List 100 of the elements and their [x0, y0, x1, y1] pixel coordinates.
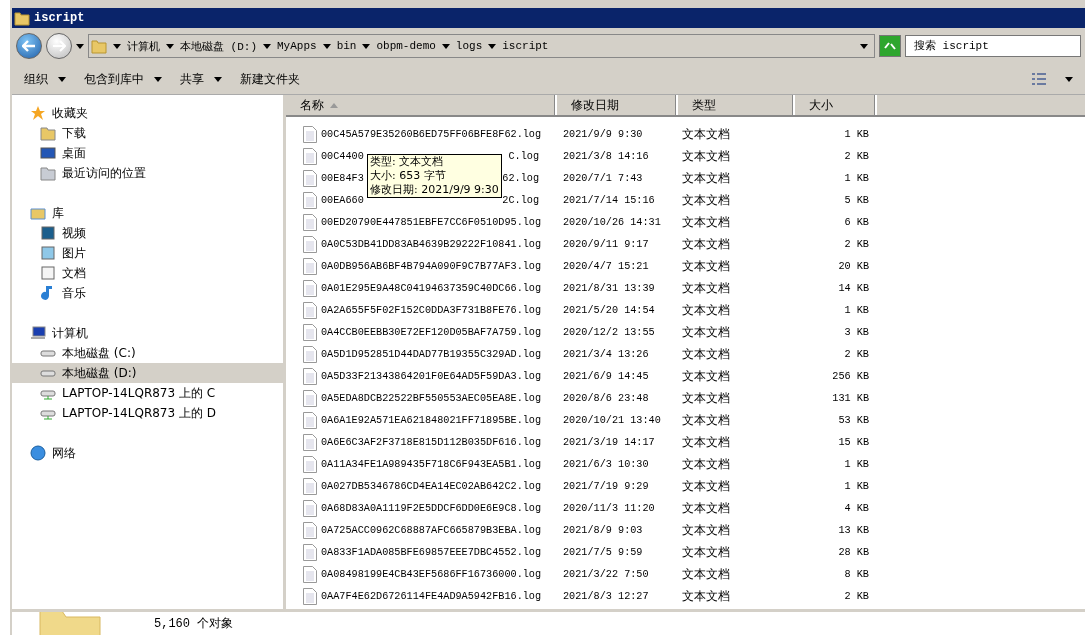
breadcrumb-segment[interactable]: bin — [336, 40, 357, 52]
type-cell: 文本文档 — [682, 587, 730, 605]
sidebar-label: 最近访问的位置 — [62, 164, 146, 182]
sidebar-item[interactable]: 文档 — [12, 263, 283, 283]
sidebar-label: LAPTOP-14LQR873 上的 C — [62, 384, 216, 402]
text-file-icon — [303, 367, 317, 385]
history-caret-icon — [76, 43, 84, 49]
type-cell: 文本文档 — [682, 477, 730, 495]
refresh-button[interactable] — [879, 35, 901, 57]
sidebar-item[interactable]: 本地磁盘 (D:) — [12, 363, 283, 383]
date-cell: 2020/8/6 23:48 — [563, 392, 649, 404]
sidebar-item[interactable]: 音乐 — [12, 283, 283, 303]
breadcrumb-segment[interactable]: obpm-demo — [376, 40, 436, 52]
size-cell: 1 KB — [844, 304, 869, 316]
sidebar-item[interactable]: 视频 — [12, 223, 283, 243]
forward-button[interactable] — [46, 33, 72, 59]
sidebar-item[interactable]: 桌面 — [12, 143, 283, 163]
file-name: 0A68D83A0A1119F2E5DDCF6DD0E6E9C8.log — [321, 502, 542, 514]
breadcrumb-segment[interactable]: iscript — [502, 40, 549, 52]
file-name: 62.log — [502, 172, 539, 184]
size-cell: 4 KB — [844, 502, 869, 514]
star-icon — [30, 105, 46, 121]
breadcrumb-segment[interactable]: 本地磁盘 (D:) — [180, 38, 257, 54]
file-name: 0A833F1ADA085BFE69857EEE7DBC4552.log — [321, 546, 542, 558]
column-header[interactable]: 修改日期 — [557, 95, 678, 115]
file-name: 2C.log — [502, 194, 539, 206]
type-cell: 文本文档 — [682, 213, 730, 231]
toolbar-button[interactable]: 共享 — [180, 68, 222, 90]
sidebar-label: 本地磁盘 (D:) — [62, 364, 137, 382]
forward-arrow-icon — [52, 40, 66, 52]
sidebar-item[interactable]: LAPTOP-14LQR873 上的 D — [12, 403, 283, 423]
address-bar[interactable]: 计算机 本地磁盘 (D:) MyApps bin obpm-demo logs iscript — [88, 34, 875, 58]
file-name: 0A5D1D952851D44DAD77B19355C329AD.log — [321, 348, 542, 360]
column-header[interactable]: 名称 — [286, 95, 557, 115]
sidebar-item[interactable]: 本地磁盘 (C:) — [12, 343, 283, 363]
back-button[interactable] — [16, 33, 42, 59]
date-cell: 2021/6/9 14:45 — [563, 370, 649, 382]
type-cell: 文本文档 — [682, 565, 730, 583]
sidebar-label: 网络 — [52, 444, 76, 462]
size-cell: 1 KB — [844, 480, 869, 492]
text-file-icon — [303, 235, 317, 253]
toolbar-button[interactable]: 新建文件夹 — [240, 68, 300, 90]
sort-ascending-icon — [330, 102, 338, 108]
size-cell: 13 KB — [838, 524, 869, 536]
breadcrumb-segment[interactable]: logs — [455, 40, 483, 52]
type-cell: 文本文档 — [682, 521, 730, 539]
type-cell: 文本文档 — [682, 367, 730, 385]
sidebar-label: LAPTOP-14LQR873 上的 D — [62, 404, 216, 422]
type-cell: 文本文档 — [682, 323, 730, 341]
column-header[interactable]: 类型 — [678, 95, 795, 115]
file-name: 0A01E295E9A48C04194637359C40DC66.log — [321, 282, 542, 294]
sidebar-group[interactable]: 收藏夹 — [12, 103, 283, 123]
file-name: 0A11A34FE1A989435F718C6F943EA5B1.log — [321, 458, 542, 470]
toolbar-button[interactable]: 包含到库中 — [84, 68, 162, 90]
type-cell: 文本文档 — [682, 147, 730, 165]
date-cell: 2021/8/3 12:27 — [563, 590, 649, 602]
date-cell: 2021/3/4 13:26 — [563, 348, 649, 360]
file-name: 00C45A579E35260B6ED75FF06BFE8F62.log — [321, 128, 542, 140]
caret-icon — [154, 76, 162, 82]
caret-icon — [166, 43, 174, 49]
breadcrumb-segment[interactable]: 计算机 — [127, 38, 160, 54]
sidebar-label: 桌面 — [62, 144, 86, 162]
text-file-icon — [303, 411, 317, 429]
date-cell: 2020/4/7 15:21 — [563, 260, 649, 272]
text-file-icon — [303, 521, 317, 539]
text-file-icon — [303, 257, 317, 275]
text-file-icon — [303, 301, 317, 319]
sidebar-item[interactable]: LAPTOP-14LQR873 上的 C — [12, 383, 283, 403]
date-cell: 2020/9/11 9:17 — [563, 238, 649, 250]
toolbar-button[interactable]: 组织 — [24, 68, 66, 90]
sidebar-group[interactable]: 计算机 — [12, 323, 283, 343]
sidebar-label: 图片 — [62, 244, 86, 262]
date-cell: 2021/5/20 14:54 — [563, 304, 655, 316]
type-cell: 文本文档 — [682, 455, 730, 473]
file-name: 00C4400 — [321, 150, 364, 162]
date-cell: 2020/12/2 13:55 — [563, 326, 655, 338]
size-cell: 5 KB — [844, 194, 869, 206]
sidebar-label: 下载 — [62, 124, 86, 142]
view-options-icon[interactable] — [1031, 72, 1047, 86]
size-cell: 14 KB — [838, 282, 869, 294]
item-count: 5,160 个对象 — [154, 616, 234, 632]
date-cell: 2020/7/1 7:43 — [563, 172, 643, 184]
sidebar-label: 音乐 — [62, 284, 86, 302]
tooltip-line: 修改日期: 2021/9/9 9:30 — [370, 183, 499, 197]
date-cell: 2020/10/21 13:40 — [563, 414, 661, 426]
sidebar-group[interactable]: 库 — [12, 203, 283, 223]
sidebar-group[interactable]: 网络 — [12, 443, 283, 463]
sidebar-label: 收藏夹 — [52, 104, 88, 122]
sidebar-item[interactable]: 最近访问的位置 — [12, 163, 283, 183]
type-cell: 文本文档 — [682, 235, 730, 253]
sidebar-item[interactable]: 图片 — [12, 243, 283, 263]
type-cell: 文本文档 — [682, 499, 730, 517]
column-header[interactable]: 大小 — [795, 95, 877, 115]
caret-icon — [214, 76, 222, 82]
search-field[interactable]: 搜索 iscript — [905, 35, 1081, 57]
sidebar-item[interactable]: 下载 — [12, 123, 283, 143]
breadcrumb-segment[interactable]: MyApps — [277, 40, 317, 52]
sidebar-label: 库 — [52, 204, 64, 222]
caret-icon — [441, 43, 450, 49]
caret-icon — [322, 43, 331, 49]
